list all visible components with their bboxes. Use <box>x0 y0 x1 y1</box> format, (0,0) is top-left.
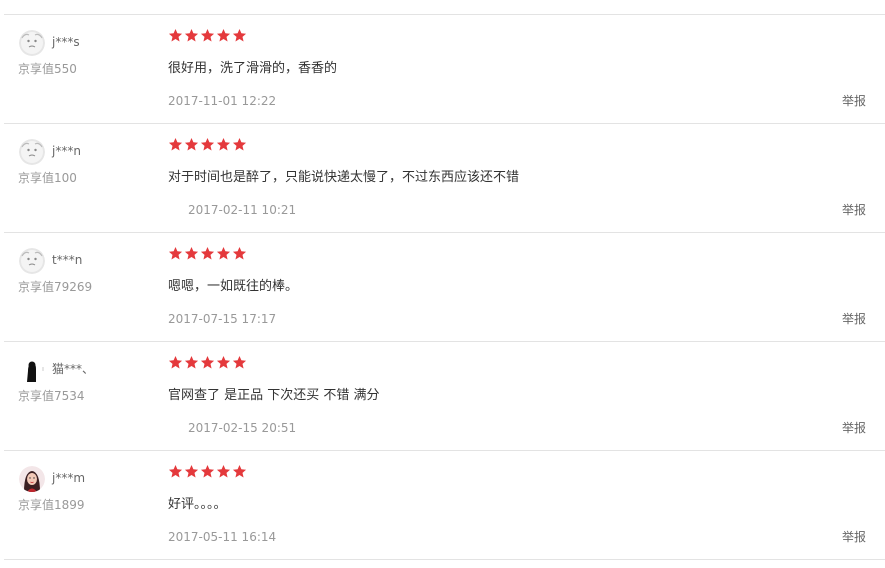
review-date: 2017-05-11 16:14 <box>168 530 277 544</box>
star-icon <box>168 137 183 151</box>
review-content: 好评。。。。 <box>168 497 227 512</box>
review-item: j***n 京享值100 对于时间也是醉了，只能说快递太慢了，不过东西应该还不错… <box>4 123 885 232</box>
review-date: 2017-02-11 10:21 <box>188 203 297 217</box>
review-item: 猫***、 京享值7534 官网查了 是正品 下次还买 不错 满分 2017-0… <box>4 341 885 450</box>
star-icon <box>232 355 247 369</box>
review-date: 2017-07-15 17:17 <box>168 312 277 326</box>
review-username: j***m <box>52 471 86 485</box>
star-icon <box>168 28 183 42</box>
star-icon <box>168 355 183 369</box>
review-user-level: 京享值1899 <box>18 498 85 512</box>
report-button[interactable]: 举报 <box>842 529 866 545</box>
default-avatar-icon[interactable] <box>19 139 45 165</box>
review-user-level: 京享值550 <box>18 62 77 76</box>
star-icon <box>216 28 231 42</box>
report-button[interactable]: 举报 <box>842 420 866 436</box>
star-icon <box>168 246 183 260</box>
review-username: t***n <box>52 253 83 267</box>
star-icon <box>216 464 231 478</box>
star-icon <box>216 246 231 260</box>
review-user-level: 京享值100 <box>18 171 77 185</box>
review-list: j***s 京享值550 很好用，洗了滑滑的，香香的 2017-11-01 12… <box>0 0 885 568</box>
report-button[interactable]: 举报 <box>842 202 866 218</box>
star-icon <box>216 137 231 151</box>
review-content: 很好用，洗了滑滑的，香香的 <box>168 61 338 76</box>
star-rating <box>168 137 247 152</box>
star-rating <box>168 464 247 479</box>
silhouette-avatar-icon[interactable] <box>19 357 45 383</box>
star-icon <box>200 137 215 151</box>
review-user-level: 京享值79269 <box>18 280 93 294</box>
star-icon <box>200 355 215 369</box>
review-content: 嗯嗯，一如既往的棒。 <box>168 279 299 294</box>
star-icon <box>232 246 247 260</box>
review-user-level: 京享值7534 <box>18 389 85 403</box>
star-icon <box>232 28 247 42</box>
star-icon <box>184 355 199 369</box>
star-icon <box>200 246 215 260</box>
star-icon <box>200 464 215 478</box>
star-rating <box>168 28 247 43</box>
star-icon <box>184 28 199 42</box>
review-username: 猫***、 <box>52 362 95 376</box>
review-username: j***s <box>52 35 80 49</box>
review-date: 2017-11-01 12:22 <box>168 94 277 108</box>
star-rating <box>168 355 247 370</box>
review-date: 2017-02-15 20:51 <box>188 421 297 435</box>
star-icon <box>168 464 183 478</box>
star-icon <box>184 246 199 260</box>
default-avatar-icon[interactable] <box>19 30 45 56</box>
star-icon <box>184 137 199 151</box>
report-button[interactable]: 举报 <box>842 311 866 327</box>
report-button[interactable]: 举报 <box>842 93 866 109</box>
star-rating <box>168 246 247 261</box>
list-bottom-divider <box>4 559 885 560</box>
star-icon <box>200 28 215 42</box>
star-icon <box>232 464 247 478</box>
star-icon <box>184 464 199 478</box>
review-item: j***m 京享值1899 好评。。。。 2017-05-11 16:14 举报 <box>4 450 885 559</box>
photo-avatar-icon[interactable] <box>19 466 45 492</box>
star-icon <box>216 355 231 369</box>
review-username: j***n <box>52 144 81 158</box>
default-avatar-icon[interactable] <box>19 248 45 274</box>
review-item: j***s 京享值550 很好用，洗了滑滑的，香香的 2017-11-01 12… <box>4 14 885 123</box>
review-content: 对于时间也是醉了，只能说快递太慢了，不过东西应该还不错 <box>168 170 520 185</box>
star-icon <box>232 137 247 151</box>
review-item: t***n 京享值79269 嗯嗯，一如既往的棒。 2017-07-15 17:… <box>4 232 885 341</box>
review-content: 官网查了 是正品 下次还买 不错 满分 <box>168 388 380 403</box>
